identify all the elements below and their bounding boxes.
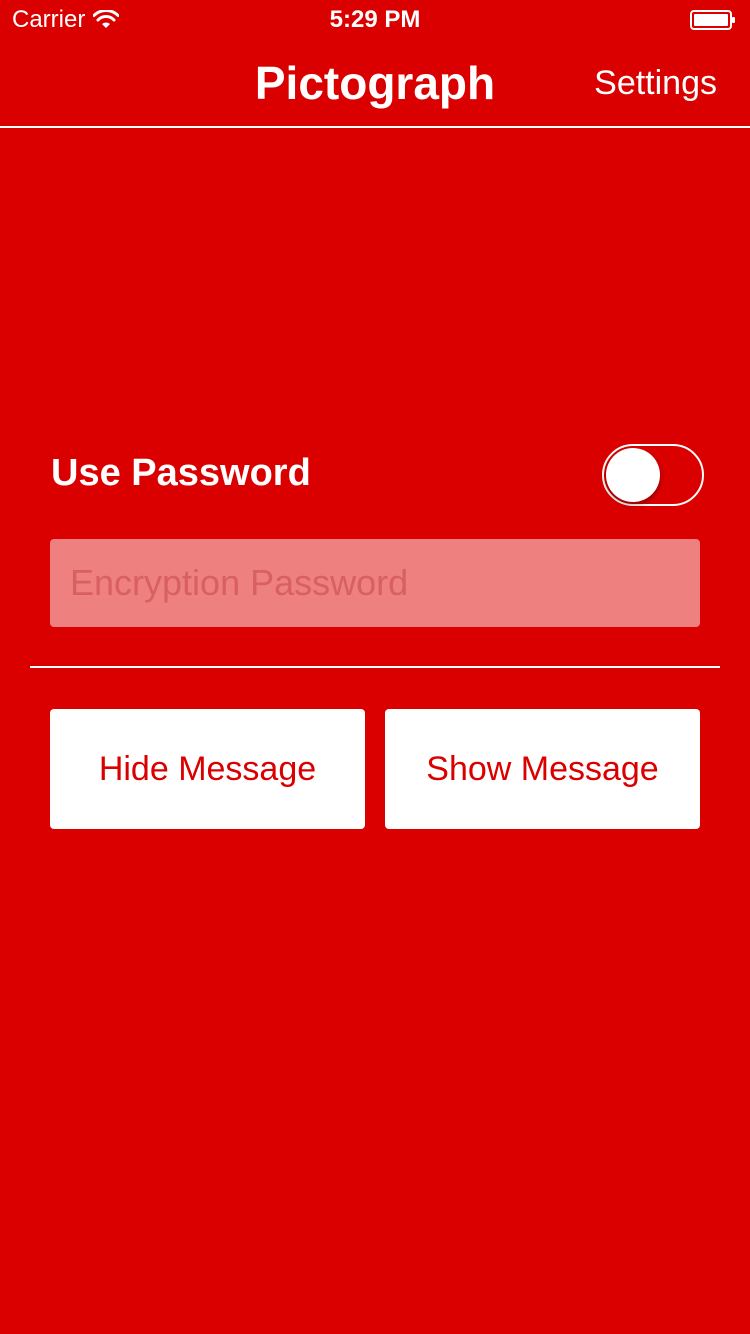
encryption-password-field[interactable] [50,539,700,627]
settings-button[interactable]: Settings [594,64,717,103]
divider [30,666,720,668]
use-password-label: Use Password [51,452,311,494]
navigation-bar: Pictograph Settings [0,40,750,128]
clock: 5:29 PM [329,6,421,33]
show-message-button[interactable]: Show Message [385,709,700,829]
hide-message-button[interactable]: Hide Message [50,709,365,829]
toggle-knob [606,448,660,502]
use-password-toggle[interactable] [602,444,704,506]
battery-icon [690,10,735,30]
status-bar: Carrier 5:29 PM [0,0,750,40]
